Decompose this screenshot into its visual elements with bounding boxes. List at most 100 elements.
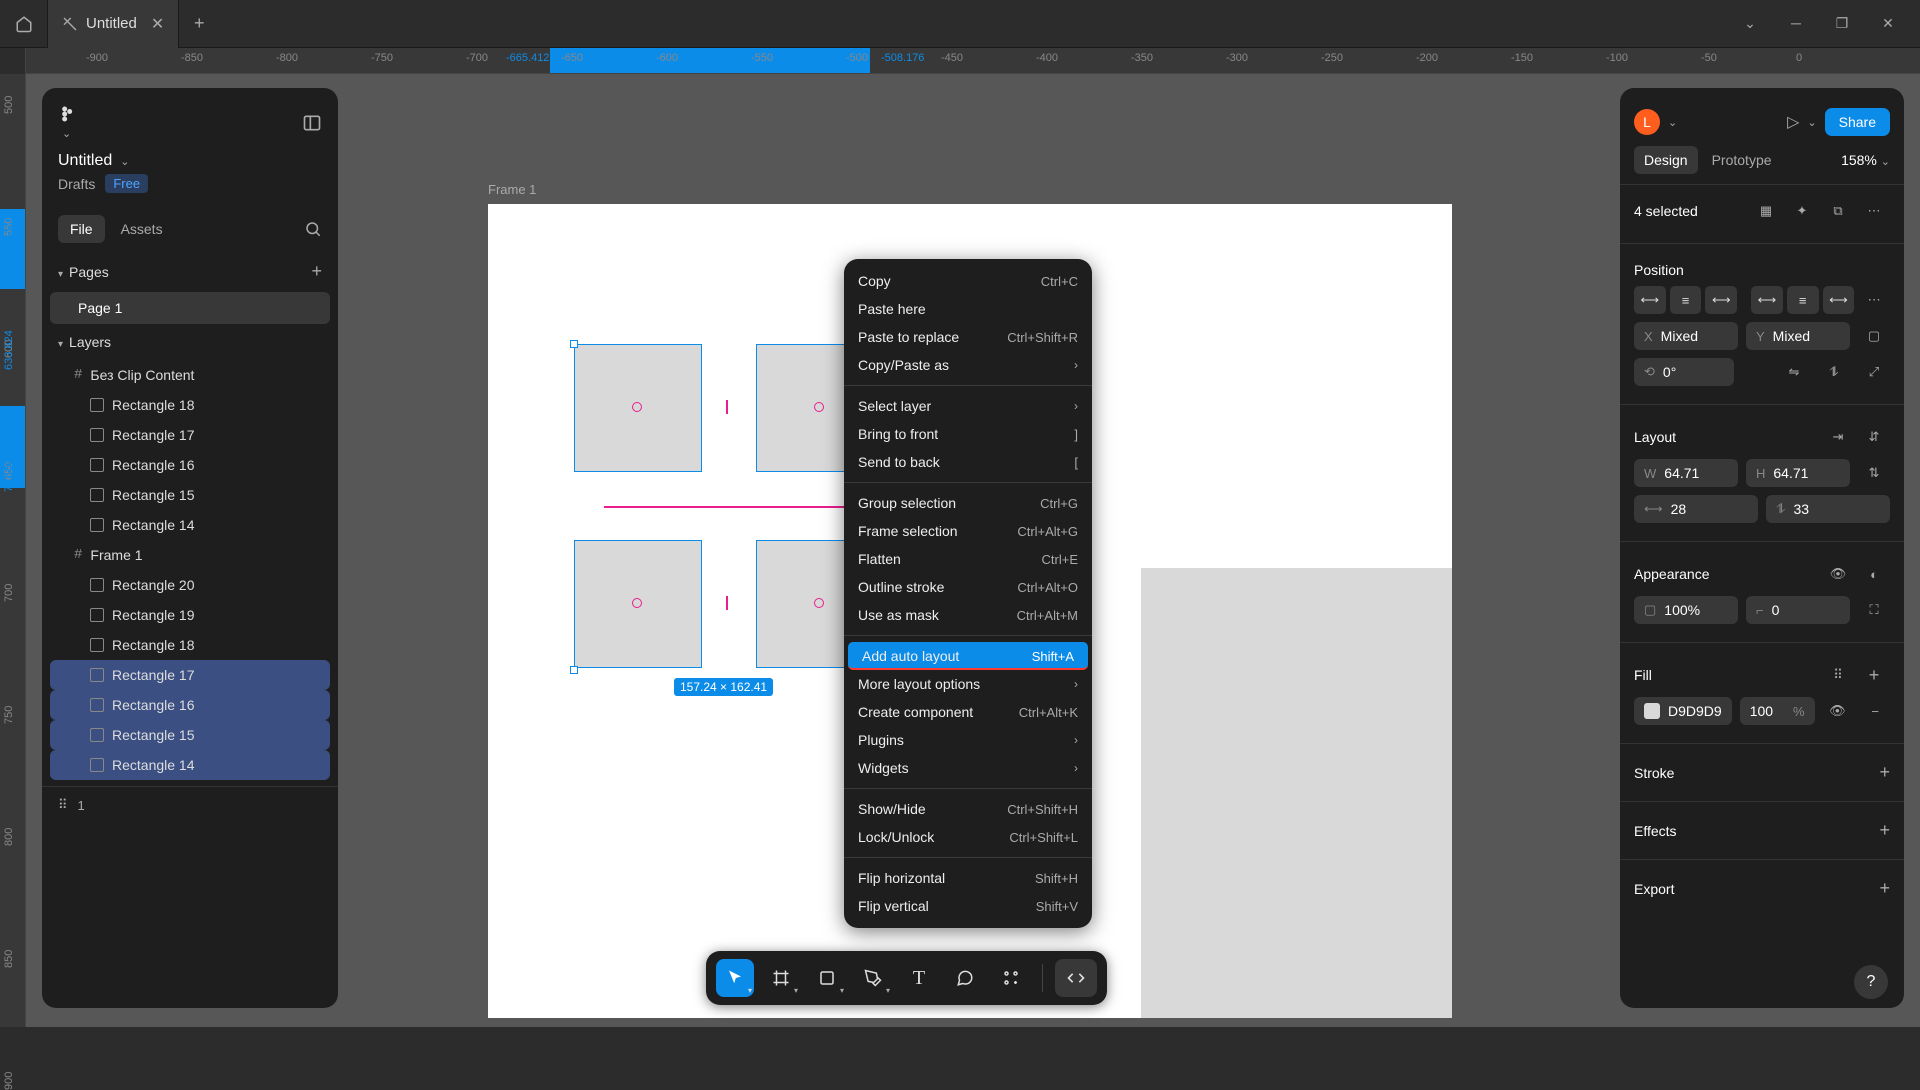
layer-rectangle-16[interactable]: Rectangle 16 (50, 450, 330, 480)
add-stroke-button[interactable]: + (1879, 762, 1890, 783)
flip-h-icon[interactable]: ⇋ (1778, 358, 1810, 386)
page-1[interactable]: Page 1 (50, 292, 330, 324)
ctx-paste-to-replace[interactable]: Paste to replaceCtrl+Shift+R (844, 323, 1092, 351)
text-tool[interactable]: T (900, 959, 938, 997)
constraints-icon[interactable]: ✦ (1786, 197, 1818, 225)
link-wh-icon[interactable]: ⇅ (1858, 459, 1890, 487)
dev-mode-toggle[interactable] (1055, 959, 1097, 997)
layer-rectangle-17[interactable]: Rectangle 17 (50, 660, 330, 690)
ctx-outline-stroke[interactable]: Outline strokeCtrl+Alt+O (844, 573, 1092, 601)
align-left-icon[interactable]: ⟷ (1634, 286, 1666, 314)
tab-prototype[interactable]: Prototype (1702, 146, 1782, 174)
ctx-frame-selection[interactable]: Frame selectionCtrl+Alt+G (844, 517, 1092, 545)
blend-icon[interactable]: ◐ (1858, 560, 1890, 588)
ctx-flip-vertical[interactable]: Flip verticalShift+V (844, 892, 1092, 920)
ctx-create-component[interactable]: Create componentCtrl+Alt+K (844, 698, 1092, 726)
layer-frame-1[interactable]: #Frame 1 (50, 540, 330, 570)
chevron-down-icon[interactable]: ⌄ (1736, 15, 1764, 32)
ctx-show-hide[interactable]: Show/HideCtrl+Shift+H (844, 795, 1092, 823)
fill-opacity-input[interactable]: 100 % (1740, 697, 1815, 725)
add-page-button[interactable]: + (311, 261, 322, 282)
figma-menu-icon[interactable]: ⌄ (58, 104, 78, 142)
abs-position-icon[interactable]: ▢ (1858, 322, 1890, 350)
layer-rectangle-14[interactable]: Rectangle 14 (50, 510, 330, 540)
share-button[interactable]: Share (1825, 108, 1890, 136)
zoom-level[interactable]: 158% ⌄ (1841, 152, 1890, 168)
prototype-play-icon[interactable]: ▷ (1787, 112, 1799, 132)
copy-icon[interactable]: ⧉ (1822, 197, 1854, 225)
frame-tool[interactable]: ▾ (762, 959, 800, 997)
ctx-use-as-mask[interactable]: Use as maskCtrl+Alt+M (844, 601, 1092, 629)
autolayout-v-icon[interactable]: ⇵ (1858, 423, 1890, 451)
ctx-flip-horizontal[interactable]: Flip horizontalShift+H (844, 864, 1092, 892)
flip-v-icon[interactable]: ⥮ (1818, 358, 1850, 386)
layer-rectangle-15[interactable]: Rectangle 15 (50, 720, 330, 750)
ctx-copy-paste-as[interactable]: Copy/Paste as› (844, 351, 1092, 379)
layer-без-clip-content[interactable]: #Без Clip Content (50, 360, 330, 390)
styles-icon[interactable]: ⠿ (1822, 661, 1854, 689)
layer-rectangle-20[interactable]: Rectangle 20 (50, 570, 330, 600)
shape-tool[interactable]: ▾ (808, 959, 846, 997)
ctx-send-to-back[interactable]: Send to back[ (844, 448, 1092, 476)
maximize-button[interactable]: ❐ (1828, 15, 1856, 32)
layer-rectangle-17[interactable]: Rectangle 17 (50, 420, 330, 450)
ctx-add-auto-layout[interactable]: Add auto layoutShift+A (848, 642, 1088, 670)
pages-header[interactable]: ▾Pages + (42, 251, 338, 292)
ctx-flatten[interactable]: FlattenCtrl+E (844, 545, 1092, 573)
ctx-lock-unlock[interactable]: Lock/UnlockCtrl+Shift+L (844, 823, 1092, 851)
width-input[interactable]: W64.71 (1634, 459, 1738, 487)
rotation-input[interactable]: ⟲0° (1634, 358, 1734, 386)
ctx-bring-to-front[interactable]: Bring to front] (844, 420, 1092, 448)
flip-diag-icon[interactable]: ⤢ (1858, 358, 1890, 386)
search-icon[interactable] (304, 220, 322, 238)
tab-untitled[interactable]: Untitled ✕ (48, 0, 179, 48)
free-badge[interactable]: Free (105, 174, 148, 193)
layer-rectangle-18[interactable]: Rectangle 18 (50, 390, 330, 420)
minimize-button[interactable]: ─ (1782, 15, 1810, 32)
layer-rectangle-15[interactable]: Rectangle 15 (50, 480, 330, 510)
frame-label[interactable]: Frame 1 (488, 182, 536, 197)
more-icon[interactable]: ⋯ (1858, 197, 1890, 225)
x-input[interactable]: XMixed (1634, 322, 1738, 350)
comment-tool[interactable] (946, 959, 984, 997)
gap-v-input[interactable]: ⥮33 (1766, 495, 1890, 523)
layer-rectangle-16[interactable]: Rectangle 16 (50, 690, 330, 720)
add-effect-button[interactable]: + (1879, 820, 1890, 841)
ctx-widgets[interactable]: Widgets› (844, 754, 1092, 782)
move-tool[interactable]: ▾ (716, 959, 754, 997)
individual-corners-icon[interactable]: ⛶ (1858, 596, 1890, 624)
drafts-label[interactable]: Drafts (58, 176, 95, 192)
align-more-icon[interactable]: ⋯ (1858, 286, 1890, 314)
tab-file[interactable]: File (58, 215, 105, 243)
layers-header[interactable]: ▾Layers (42, 324, 338, 360)
ctx-group-selection[interactable]: Group selectionCtrl+G (844, 489, 1092, 517)
align-hcenter-icon[interactable]: ≡ (1670, 286, 1702, 314)
grid-icon[interactable]: ▦ (1750, 197, 1782, 225)
tab-assets[interactable]: Assets (109, 215, 175, 243)
avatar[interactable]: L (1634, 109, 1660, 135)
ctx-select-layer[interactable]: Select layer› (844, 392, 1092, 420)
actions-tool[interactable] (992, 959, 1030, 997)
ctx-more-layout-options[interactable]: More layout options› (844, 670, 1092, 698)
layer-rectangle-14[interactable]: Rectangle 14 (50, 750, 330, 780)
gap-h-input[interactable]: ⟷28 (1634, 495, 1758, 523)
ctx-copy[interactable]: CopyCtrl+C (844, 267, 1092, 295)
radius-input[interactable]: ⌐0 (1746, 596, 1850, 624)
height-input[interactable]: H64.71 (1746, 459, 1850, 487)
close-window-button[interactable]: ✕ (1874, 15, 1902, 32)
bcc-frame-visual[interactable] (1141, 568, 1452, 1018)
project-title[interactable]: Untitled (58, 152, 112, 170)
home-button[interactable] (0, 0, 48, 48)
tab-design[interactable]: Design (1634, 146, 1698, 174)
align-bottom-icon[interactable]: ⟷ (1823, 286, 1855, 314)
pen-tool[interactable]: ▾ (854, 959, 892, 997)
fill-remove-icon[interactable]: − (1860, 697, 1890, 725)
new-tab-button[interactable]: + (179, 0, 219, 48)
tab-close-icon[interactable]: ✕ (151, 14, 164, 34)
align-vcenter-icon[interactable]: ≡ (1787, 286, 1819, 314)
autolayout-h-icon[interactable]: ⇥ (1822, 423, 1854, 451)
layer-rectangle-19[interactable]: Rectangle 19 (50, 600, 330, 630)
add-export-button[interactable]: + (1879, 878, 1890, 899)
ctx-plugins[interactable]: Plugins› (844, 726, 1092, 754)
opacity-input[interactable]: ▢100% (1634, 596, 1738, 624)
